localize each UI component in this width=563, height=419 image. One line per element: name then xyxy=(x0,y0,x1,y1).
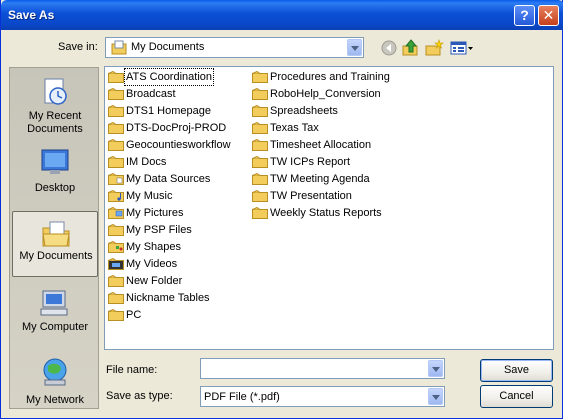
place-label: My Computer xyxy=(21,321,89,333)
place-label: My Documents xyxy=(19,250,93,262)
list-item-label: Procedures and Training xyxy=(270,71,390,83)
place-label: My Recent Documents xyxy=(27,110,83,135)
up-folder-icon[interactable] xyxy=(401,38,421,58)
title-bar[interactable]: Save As ? ✕ xyxy=(1,0,563,30)
list-item-label: Nickname Tables xyxy=(126,292,210,304)
list-item-label: DTS1 Homepage xyxy=(126,105,211,117)
list-item-label: Timesheet Allocation xyxy=(270,139,372,151)
list-item-label: My Data Sources xyxy=(126,173,211,185)
window-title: Save As xyxy=(8,8,55,22)
list-item-label: ATS Coordination xyxy=(123,68,215,86)
list-item-label: New Folder xyxy=(126,275,183,287)
place-my-computer[interactable]: My Computer xyxy=(12,281,98,347)
folder-icon xyxy=(108,71,124,83)
folder-icon xyxy=(108,88,124,100)
folder-icon xyxy=(252,105,268,117)
chevron-down-icon[interactable] xyxy=(428,388,443,405)
list-item-label: DTS-DocProj-PROD xyxy=(126,122,227,134)
back-icon[interactable] xyxy=(379,38,399,58)
my-network-icon xyxy=(43,358,67,386)
place-my-documents[interactable]: My Documents xyxy=(12,211,98,277)
folder-icon xyxy=(108,224,124,236)
folder-icon xyxy=(252,190,268,202)
file-list[interactable]: ATS Coordination Broadcast DTS1 Homepage DT… xyxy=(104,66,554,350)
save-as-type-value: PDF File (*.pdf) xyxy=(204,391,280,403)
list-item-label: TW Meeting Agenda xyxy=(270,173,370,185)
folder-icon xyxy=(252,156,268,168)
save-as-type-dropdown[interactable]: PDF File (*.pdf) xyxy=(200,386,445,407)
place-label: Desktop xyxy=(34,182,76,194)
cancel-button[interactable]: Cancel xyxy=(480,385,553,408)
file-name-label: File name: xyxy=(106,364,158,376)
place-my-recent-documents[interactable]: My Recent Documents xyxy=(12,70,98,136)
data-folder-icon xyxy=(108,173,124,185)
list-item-label: My PSP Files xyxy=(126,224,192,236)
save-button[interactable]: Save xyxy=(480,359,553,382)
list-item-label: Spreadsheets xyxy=(270,105,338,117)
close-button[interactable]: ✕ xyxy=(538,5,559,26)
new-folder-icon[interactable] xyxy=(424,38,444,58)
list-item-label: Broadcast xyxy=(126,88,176,100)
save-as-dialog: Save As ? ✕ Save in: My Documents My Rec… xyxy=(0,0,563,419)
folder-icon xyxy=(108,105,124,117)
folder-icon xyxy=(252,139,268,151)
chevron-down-icon[interactable] xyxy=(428,360,443,377)
list-item-label: Geocountiesworkflow xyxy=(126,139,231,151)
list-item-label: PC xyxy=(126,309,142,321)
my-documents-small-icon xyxy=(111,40,127,55)
folder-icon xyxy=(108,139,124,151)
help-button[interactable]: ? xyxy=(514,5,535,26)
folder-icon xyxy=(108,309,124,321)
list-item-label: Texas Tax xyxy=(270,122,319,134)
folder-icon xyxy=(252,88,268,100)
folder-icon xyxy=(252,71,268,83)
folder-icon xyxy=(252,122,268,134)
shapes-folder-icon xyxy=(108,241,124,253)
my-documents-icon xyxy=(42,221,70,247)
list-item-label: My Shapes xyxy=(126,241,182,253)
folder-icon xyxy=(108,292,124,304)
places-bar: My Recent Documents Desktop My Documents xyxy=(9,67,99,409)
list-item-label: Weekly Status Reports xyxy=(270,207,382,219)
music-folder-icon xyxy=(108,190,124,202)
folder-icon xyxy=(108,275,124,287)
videos-folder-icon xyxy=(108,258,124,270)
my-computer-icon xyxy=(40,290,68,316)
list-item-label: TW Presentation xyxy=(270,190,352,202)
list-item-label: My Music xyxy=(126,190,173,202)
save-in-value: My Documents xyxy=(131,41,205,53)
desktop-icon xyxy=(41,149,69,174)
folder-icon xyxy=(252,173,268,185)
save-in-dropdown[interactable]: My Documents xyxy=(105,37,364,58)
list-item-label: TW ICPs Report xyxy=(270,156,351,168)
place-label: My Network xyxy=(25,394,85,406)
save-in-label: Save in: xyxy=(58,41,98,53)
views-menu-icon[interactable] xyxy=(449,38,475,58)
recent-documents-icon xyxy=(44,78,67,105)
folder-icon xyxy=(108,156,124,168)
folder-icon xyxy=(252,207,268,219)
place-my-network[interactable]: My Network xyxy=(12,350,98,416)
pictures-folder-icon xyxy=(108,207,124,219)
list-item-label: My Pictures xyxy=(126,207,184,219)
save-as-type-label: Save as type: xyxy=(106,390,173,402)
chevron-down-icon[interactable] xyxy=(347,39,362,56)
list-item-label: IM Docs xyxy=(126,156,167,168)
list-item-label: My Videos xyxy=(126,258,178,270)
file-name-input[interactable] xyxy=(201,359,427,378)
place-desktop[interactable]: Desktop xyxy=(12,140,98,206)
folder-icon xyxy=(108,122,124,134)
list-item-label: RoboHelp_Conversion xyxy=(270,88,381,100)
file-name-combo[interactable] xyxy=(200,358,445,379)
